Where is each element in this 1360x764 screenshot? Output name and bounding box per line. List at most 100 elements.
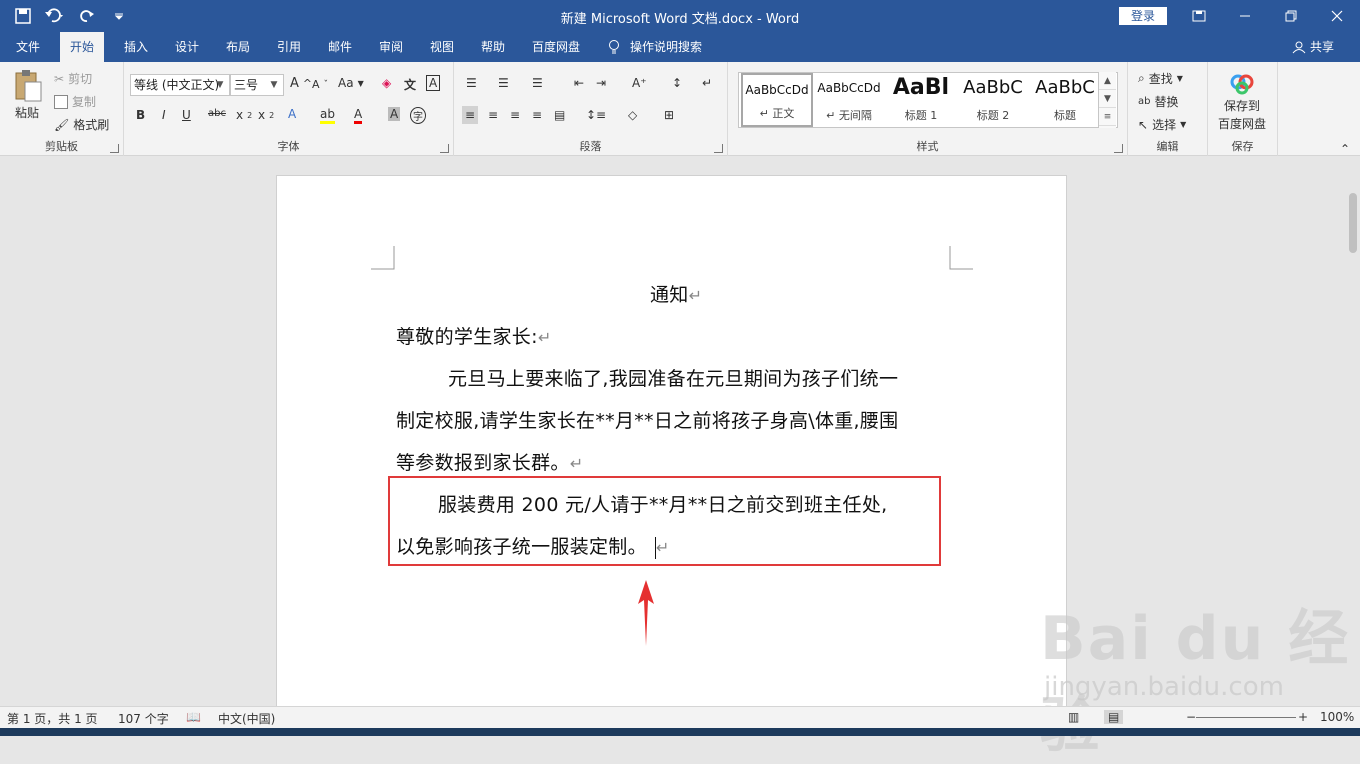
doc-para1-line3: 等参数报到家长群。↵ bbox=[396, 448, 583, 475]
find-button[interactable]: ⌕ 查找 ▼ bbox=[1138, 70, 1183, 87]
page-count[interactable]: 第 1 页，共 1 页 bbox=[7, 710, 98, 727]
bold-icon[interactable]: B bbox=[136, 108, 145, 122]
minimize-icon[interactable] bbox=[1222, 0, 1268, 32]
tab-layout[interactable]: 布局 bbox=[216, 32, 260, 62]
numbering-icon[interactable]: ☰ bbox=[498, 76, 509, 90]
margin-corner-mark bbox=[949, 246, 973, 270]
language-indicator[interactable]: 中文(中国) bbox=[218, 710, 275, 727]
select-button[interactable]: ↖ 选择 ▼ bbox=[1138, 116, 1186, 133]
italic-icon[interactable]: I bbox=[162, 108, 166, 122]
zoom-slider[interactable] bbox=[1196, 717, 1296, 718]
zoom-in-icon[interactable]: + bbox=[1298, 710, 1308, 724]
gallery-down-icon[interactable]: ▼ bbox=[1099, 90, 1116, 108]
bullets-icon[interactable]: ☰ bbox=[466, 76, 477, 90]
word-count[interactable]: 107 个字 bbox=[118, 710, 169, 727]
format-painter-label: 格式刷 bbox=[73, 118, 110, 132]
style-title[interactable]: AaBbC 标题 bbox=[1029, 73, 1101, 127]
shrink-font-icon[interactable]: Aˇ bbox=[312, 78, 328, 91]
underline-icon[interactable]: U bbox=[182, 108, 191, 122]
font-name-combo[interactable]: 等线 (中文正文) ▼ bbox=[130, 74, 230, 96]
gallery-up-icon[interactable]: ▲ bbox=[1099, 72, 1116, 90]
salutation-text: 尊敬的学生家长: bbox=[396, 326, 538, 348]
style-sample: AaBbCcDd bbox=[745, 83, 809, 97]
format-painter-button[interactable]: 🖌 格式刷 bbox=[54, 116, 109, 133]
paste-label: 粘贴 bbox=[14, 106, 39, 120]
char-border-icon[interactable]: A bbox=[426, 75, 441, 91]
align-left-icon[interactable]: ≡ bbox=[462, 106, 479, 124]
multilevel-list-icon[interactable]: ☰ bbox=[532, 76, 543, 90]
baidu-label: 百度网盘 bbox=[1218, 117, 1267, 131]
tab-review[interactable]: 审阅 bbox=[369, 32, 413, 62]
shading-icon[interactable]: ◇ bbox=[628, 108, 637, 122]
gallery-more-icon[interactable]: ≡ bbox=[1099, 108, 1116, 126]
superscript-icon[interactable]: x2 bbox=[258, 108, 274, 122]
font-launcher-icon[interactable] bbox=[440, 144, 449, 153]
copy-button[interactable]: 复制 bbox=[54, 93, 96, 110]
tab-file[interactable]: 文件 bbox=[6, 32, 50, 62]
styles-launcher-icon[interactable] bbox=[1114, 144, 1123, 153]
share-button[interactable]: 共享 bbox=[1292, 32, 1334, 62]
decrease-indent-icon[interactable]: ⇤ bbox=[574, 76, 584, 90]
collapse-ribbon-icon[interactable]: ⌃ bbox=[1340, 142, 1350, 156]
text-effects-icon[interactable]: A bbox=[288, 107, 296, 121]
align-center-icon[interactable]: ≡ bbox=[488, 108, 498, 122]
chinese-layout-icon[interactable]: A⁺ bbox=[632, 76, 647, 90]
para1-line3-text: 等参数报到家长群。 bbox=[396, 452, 570, 474]
justify-icon[interactable]: ≡ bbox=[532, 108, 542, 122]
login-button[interactable]: 登录 bbox=[1119, 7, 1167, 25]
strikethrough-icon[interactable]: abc bbox=[208, 108, 226, 119]
paste-button[interactable]: 粘贴 bbox=[12, 70, 42, 121]
tab-view[interactable]: 视图 bbox=[420, 32, 464, 62]
align-right-icon[interactable]: ≡ bbox=[510, 108, 520, 122]
style-normal[interactable]: AaBbCcDd ↵ 正文 bbox=[741, 73, 813, 127]
font-size-combo[interactable]: 三号 ▼ bbox=[230, 74, 284, 96]
highlight-icon[interactable]: ab bbox=[320, 107, 335, 124]
styles-gallery: AaBbCcDd ↵ 正文 AaBbCcDd ↵ 无间隔 AaBl 标题 1 A… bbox=[738, 72, 1118, 128]
style-heading-1[interactable]: AaBl 标题 1 bbox=[885, 73, 957, 127]
tab-references[interactable]: 引用 bbox=[267, 32, 311, 62]
print-layout-icon[interactable]: ▤ bbox=[1104, 710, 1124, 724]
close-icon[interactable] bbox=[1314, 0, 1360, 32]
cut-button[interactable]: ✂ 剪切 bbox=[54, 70, 92, 87]
grow-font-icon[interactable]: A ^ bbox=[290, 76, 312, 91]
zoom-level[interactable]: 100% bbox=[1320, 710, 1354, 724]
style-sample: AaBl bbox=[892, 75, 950, 100]
tab-baidu-netdisk[interactable]: 百度网盘 bbox=[522, 32, 590, 62]
show-marks-icon[interactable]: ↵ bbox=[702, 76, 712, 90]
read-mode-icon[interactable]: ▥ bbox=[1068, 710, 1079, 724]
paragraph-launcher-icon[interactable] bbox=[714, 144, 723, 153]
clipboard-group-label: 剪贴板 bbox=[45, 140, 78, 153]
clipboard-launcher-icon[interactable] bbox=[110, 144, 119, 153]
phonetic-guide-icon[interactable]: 文 bbox=[404, 76, 416, 93]
restore-icon[interactable] bbox=[1268, 0, 1314, 32]
line-spacing-icon[interactable]: ↕≡ bbox=[586, 108, 606, 122]
tab-insert[interactable]: 插入 bbox=[114, 32, 158, 62]
ribbon-display-options-icon[interactable] bbox=[1176, 0, 1222, 32]
zoom-out-icon[interactable]: − bbox=[1186, 710, 1196, 724]
document-page[interactable] bbox=[276, 175, 1067, 715]
char-shading-icon[interactable]: A bbox=[388, 107, 401, 121]
proofing-icon[interactable]: 📖 bbox=[186, 710, 201, 724]
baidu-cloud-icon bbox=[1230, 74, 1254, 95]
tell-me-label: 操作说明搜索 bbox=[630, 40, 703, 54]
tab-design[interactable]: 设计 bbox=[165, 32, 209, 62]
subscript-icon[interactable]: x2 bbox=[236, 108, 252, 122]
distributed-icon[interactable]: ▤ bbox=[554, 108, 565, 122]
increase-indent-icon[interactable]: ⇥ bbox=[596, 76, 606, 90]
save-to-baidu-button[interactable]: 保存到 百度网盘 bbox=[1218, 70, 1266, 132]
font-color-icon[interactable]: A bbox=[354, 107, 363, 124]
vertical-scrollbar[interactable] bbox=[1349, 193, 1357, 253]
return-mark: ↵ bbox=[537, 328, 552, 347]
tab-mailings[interactable]: 邮件 bbox=[318, 32, 362, 62]
enclose-char-icon[interactable]: 字 bbox=[410, 107, 426, 124]
replace-button[interactable]: ab 替换 bbox=[1138, 93, 1179, 110]
tab-help[interactable]: 帮助 bbox=[471, 32, 515, 62]
sort-icon[interactable]: ↕ bbox=[672, 76, 682, 90]
style-no-spacing[interactable]: AaBbCcDd ↵ 无间隔 bbox=[813, 73, 885, 127]
change-case-button[interactable]: Aa ▼ bbox=[338, 76, 364, 90]
tell-me-search[interactable]: 操作说明搜索 bbox=[608, 32, 702, 62]
tab-home[interactable]: 开始 bbox=[60, 32, 105, 62]
style-heading-2[interactable]: AaBbC 标题 2 bbox=[957, 73, 1029, 127]
clear-formatting-icon[interactable]: ◈ bbox=[382, 76, 391, 90]
borders-icon[interactable]: ⊞ bbox=[664, 108, 674, 122]
